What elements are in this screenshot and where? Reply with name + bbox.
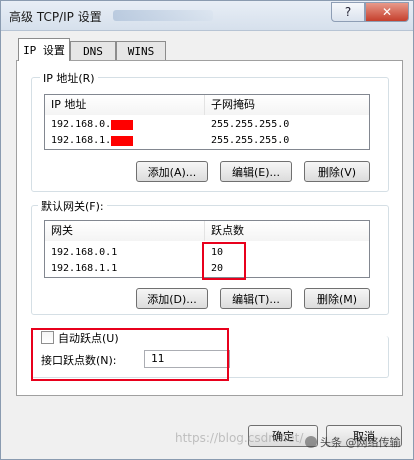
ip-address-group-label: IP 地址(R) bbox=[40, 70, 98, 86]
ip-address-list[interactable]: IP 地址 子网掩码 192.168.0. 255.255.255.0 192.… bbox=[44, 94, 370, 150]
ip-list-header: IP 地址 子网掩码 bbox=[45, 95, 369, 115]
column-gateway[interactable]: 网关 bbox=[45, 221, 205, 241]
close-icon: ✕ bbox=[381, 5, 393, 19]
tab-wins[interactable]: WINS bbox=[116, 41, 166, 61]
mask-cell: 255.255.255.0 bbox=[211, 135, 290, 146]
title-bar[interactable]: 高级 TCP/IP 设置 ? ✕ bbox=[1, 1, 413, 31]
column-ip-address[interactable]: IP 地址 bbox=[45, 95, 205, 115]
ip-address-group: IP 地址(R) IP 地址 子网掩码 192.168.0. 255.255.2… bbox=[31, 70, 389, 192]
dialog-window: 高级 TCP/IP 设置 ? ✕ IP 设置 DNS WINS IP 地址(R)… bbox=[0, 0, 414, 460]
tab-dns[interactable]: DNS bbox=[70, 41, 116, 61]
remove-ip-button[interactable]: 删除(V) bbox=[304, 161, 370, 182]
column-subnet-mask[interactable]: 子网掩码 bbox=[205, 95, 369, 115]
default-gateway-group: 默认网关(F): 网关 跃点数 192.168.0.1 10 192.168.1… bbox=[31, 198, 389, 315]
blurred-title-text bbox=[113, 10, 213, 21]
close-button[interactable]: ✕ bbox=[365, 2, 409, 22]
metric-highlight-box bbox=[31, 328, 229, 381]
redaction-mark bbox=[111, 120, 133, 130]
watermark-url: https://blog.csdn.net/ bbox=[175, 431, 304, 445]
logo-icon bbox=[305, 436, 317, 448]
redaction-mark bbox=[111, 136, 133, 146]
help-button[interactable]: ? bbox=[331, 2, 365, 22]
gateway-list[interactable]: 网关 跃点数 192.168.0.1 10 192.168.1.1 20 bbox=[44, 220, 370, 280]
help-icon: ? bbox=[344, 5, 352, 19]
watermark-logo: 头条 @网络传输 bbox=[305, 434, 401, 450]
add-gateway-button[interactable]: 添加(D)... bbox=[136, 288, 208, 309]
window-title: 高级 TCP/IP 设置 bbox=[9, 10, 102, 24]
table-row[interactable]: 192.168.0. 255.255.255.0 bbox=[45, 117, 369, 133]
gateway-cell: 192.168.0.1 bbox=[51, 247, 118, 258]
add-ip-button[interactable]: 添加(A)... bbox=[136, 161, 208, 182]
metric-highlight-box bbox=[202, 242, 246, 280]
watermark-logo-text: 头条 @网络传输 bbox=[320, 436, 401, 449]
column-metric[interactable]: 跃点数 bbox=[205, 221, 369, 241]
edit-gateway-button[interactable]: 编辑(T)... bbox=[220, 288, 292, 309]
tab-ip-settings[interactable]: IP 设置 bbox=[18, 38, 70, 61]
gateway-cell: 192.168.1.1 bbox=[51, 263, 118, 274]
mask-cell: 255.255.255.0 bbox=[211, 119, 290, 130]
gateway-list-header: 网关 跃点数 bbox=[45, 221, 369, 241]
table-row[interactable]: 192.168.1. 255.255.255.0 bbox=[45, 133, 369, 149]
default-gateway-group-label: 默认网关(F): bbox=[38, 198, 107, 214]
remove-gateway-button[interactable]: 删除(M) bbox=[304, 288, 370, 309]
edit-ip-button[interactable]: 编辑(E)... bbox=[220, 161, 292, 182]
tab-panel-ip-settings: IP 地址(R) IP 地址 子网掩码 192.168.0. 255.255.2… bbox=[16, 60, 403, 396]
